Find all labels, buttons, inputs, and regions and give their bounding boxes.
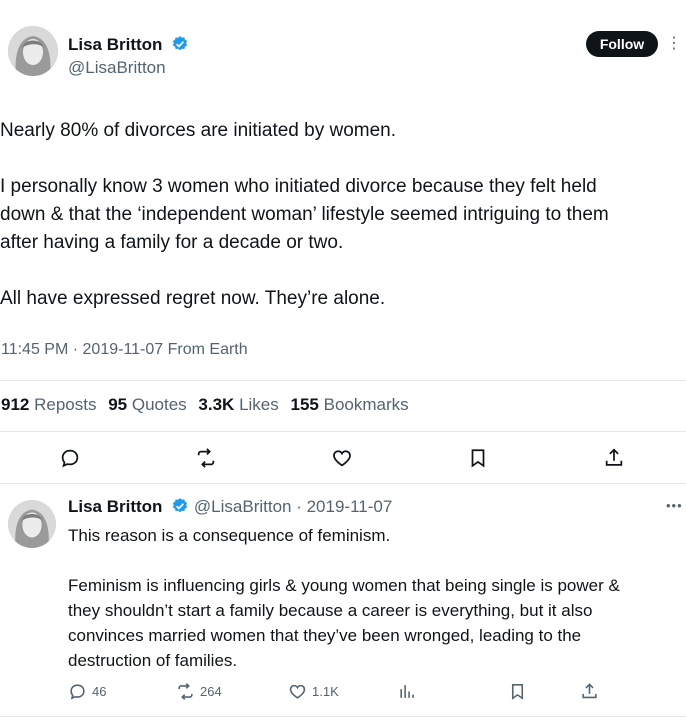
repost-count: 264 [200, 684, 222, 699]
reply-text-line: convinces married women that they’ve bee… [68, 626, 582, 645]
engagement-stats: 912 Reposts 95 Quotes 3.3K Likes 155 Boo… [1, 395, 409, 415]
tweet-text-line: All have expressed regret now. They’re a… [0, 288, 386, 309]
reply-repost-button[interactable]: 264 [176, 682, 222, 701]
reply-text-line: destruction of families. [68, 651, 238, 670]
bookmarks-stat[interactable]: 155 Bookmarks [291, 395, 409, 414]
author-name[interactable]: Lisa Britton [68, 35, 162, 54]
likes-stat[interactable]: 3.3K Likes [198, 395, 278, 414]
bookmark-icon[interactable] [466, 446, 490, 470]
avatar[interactable] [8, 26, 58, 76]
views-icon [400, 685, 414, 698]
reply-text-line: Feminism is influencing girls & young wo… [68, 576, 620, 595]
share-icon[interactable] [602, 446, 626, 470]
divider [0, 716, 686, 717]
reply-share-button[interactable] [580, 682, 604, 701]
reply-text-line: they shouldn’t start a family because a … [68, 601, 593, 620]
author-block: Lisa Britton [68, 35, 189, 55]
author-handle[interactable]: @LisaBritton [68, 58, 166, 78]
reply-bookmark-button[interactable] [508, 682, 532, 701]
reply-text-line: This reason is a consequence of feminism… [68, 526, 391, 545]
reply-like-button[interactable]: 1.1K [288, 682, 339, 701]
follow-button[interactable]: Follow [586, 31, 658, 57]
more-icon[interactable]: ••• [666, 498, 683, 513]
quotes-stat[interactable]: 95 Quotes [108, 395, 186, 414]
tweet-text-line: down & that the ‘independent woman’ life… [0, 204, 609, 225]
repost-icon [178, 683, 193, 700]
divider [0, 431, 686, 432]
reply-icon [70, 684, 85, 700]
divider [0, 483, 686, 484]
verified-icon [172, 36, 188, 51]
views-button[interactable] [398, 682, 422, 701]
tweet-text-line: after having a family for a decade or tw… [0, 232, 344, 253]
tweet-timestamp[interactable]: 11:45 PM · 2019-11-07 From Earth [1, 341, 248, 359]
divider [0, 380, 686, 381]
reply-author-name[interactable]: Lisa Britton [68, 497, 162, 516]
like-count: 1.1K [312, 684, 339, 699]
reply-avatar[interactable] [8, 500, 56, 548]
like-icon [289, 684, 306, 699]
reply-icon[interactable] [58, 446, 82, 470]
reply-header: Lisa Britton @LisaBritton · 2019-11-07 [68, 497, 392, 517]
bookmark-icon [511, 683, 524, 700]
share-icon [582, 683, 597, 699]
repost-icon[interactable] [194, 446, 218, 470]
reposts-stat[interactable]: 912 Reposts [1, 395, 96, 414]
reply-count: 46 [92, 684, 107, 699]
verified-icon [173, 498, 188, 513]
reply-handle-date[interactable]: @LisaBritton · 2019-11-07 [194, 497, 392, 516]
like-icon[interactable] [330, 446, 354, 470]
tweet-text-line: I personally know 3 women who initiated … [0, 176, 597, 197]
more-icon[interactable]: ⋮ [666, 33, 683, 53]
tweet-text-line: Nearly 80% of divorces are initiated by … [0, 120, 397, 141]
reply-reply-button[interactable]: 46 [68, 682, 106, 701]
